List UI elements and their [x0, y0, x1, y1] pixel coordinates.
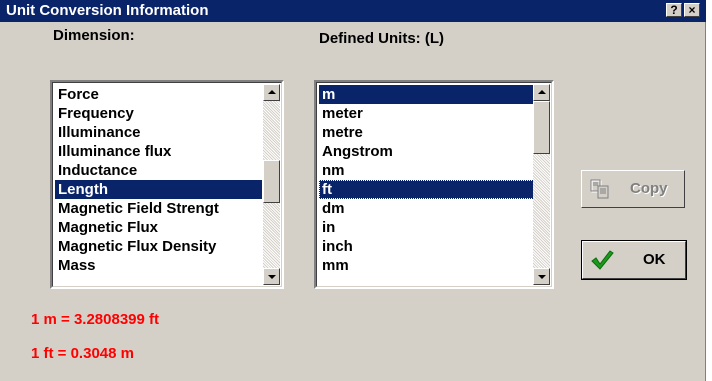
list-item[interactable]: Magnetic Field Strengt	[55, 199, 262, 218]
list-item[interactable]: in	[319, 218, 335, 237]
copy-icon	[590, 179, 609, 199]
close-button[interactable]: ×	[684, 3, 700, 17]
list-item[interactable]: Force	[55, 85, 99, 104]
ok-button-label: OK	[643, 251, 666, 268]
ok-button[interactable]: OK	[581, 240, 687, 280]
units-list[interactable]: m meter metre Angstrom nm ft dm in inch …	[314, 80, 554, 289]
units-scrollbar[interactable]	[533, 84, 550, 285]
list-item[interactable]: Illuminance flux	[55, 142, 171, 161]
arrow-up-icon	[538, 90, 546, 94]
unit-conversion-dialog: Unit Conversion Information ? × Dimensio…	[0, 0, 706, 381]
window-title: Unit Conversion Information	[6, 2, 209, 19]
scroll-up-button[interactable]	[533, 84, 550, 101]
list-item[interactable]: mm	[319, 256, 349, 275]
scroll-down-button[interactable]	[533, 268, 550, 285]
title-bar[interactable]: Unit Conversion Information ? ×	[0, 0, 706, 22]
scroll-thumb[interactable]	[533, 101, 550, 154]
copy-button[interactable]: Copy	[581, 170, 685, 208]
list-item-selected[interactable]: Length	[55, 180, 262, 199]
scroll-up-button[interactable]	[263, 84, 280, 101]
list-item[interactable]: Magnetic Flux Density	[55, 237, 262, 256]
conversion-result-1: 1 m = 3.2808399 ft	[31, 311, 160, 328]
checkmark-icon	[591, 250, 614, 270]
dimension-list[interactable]: Force Frequency Illuminance Illuminance …	[50, 80, 284, 289]
conversion-result-2: 1 ft = 0.3048 m	[31, 345, 134, 362]
defined-units-label: Defined Units: (L)	[319, 30, 444, 47]
list-item-selected[interactable]: m	[319, 85, 536, 104]
list-item[interactable]: Frequency	[55, 104, 134, 123]
list-item[interactable]: Angstrom	[319, 142, 393, 161]
copy-button-label: Copy	[630, 180, 668, 197]
arrow-down-icon	[268, 275, 276, 279]
list-item[interactable]: nm	[319, 161, 345, 180]
scroll-thumb[interactable]	[263, 160, 280, 203]
list-item-selected[interactable]: ft	[319, 180, 536, 199]
scroll-down-button[interactable]	[263, 268, 280, 285]
list-item[interactable]: dm	[319, 199, 345, 218]
list-item[interactable]: meter	[319, 104, 363, 123]
dimension-label: Dimension:	[53, 27, 135, 44]
dimension-scrollbar[interactable]	[263, 84, 280, 285]
list-item[interactable]: Inductance	[55, 161, 137, 180]
list-item[interactable]: inch	[319, 237, 353, 256]
help-button[interactable]: ?	[666, 3, 682, 17]
list-item[interactable]: Magnetic Flux	[55, 218, 158, 237]
list-item[interactable]: metre	[319, 123, 363, 142]
list-item[interactable]: Mass	[55, 256, 96, 275]
arrow-down-icon	[538, 275, 546, 279]
list-item[interactable]: Illuminance	[55, 123, 141, 142]
arrow-up-icon	[268, 90, 276, 94]
